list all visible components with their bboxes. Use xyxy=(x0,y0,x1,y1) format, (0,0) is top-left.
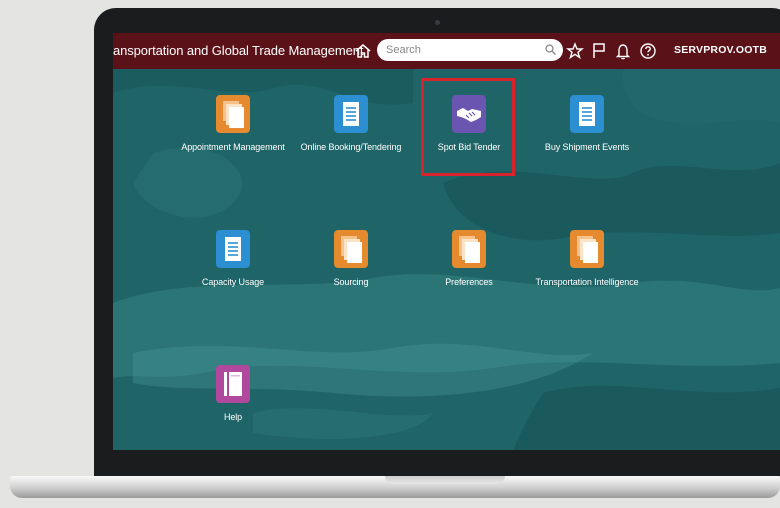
stack-icon xyxy=(216,95,250,133)
tile-label: Transportation Intelligence xyxy=(535,277,639,287)
tile-label: Capacity Usage xyxy=(201,277,265,287)
document-icon xyxy=(334,95,368,133)
tile-appointment-management[interactable]: Appointment Management xyxy=(168,95,298,152)
tile-sourcing[interactable]: Sourcing xyxy=(286,230,416,287)
laptop-notch xyxy=(385,476,505,484)
flag-icon[interactable] xyxy=(589,41,609,61)
tile-label: Online Booking/Tendering xyxy=(300,142,402,152)
book-icon xyxy=(216,365,250,403)
home-icon[interactable] xyxy=(353,41,373,61)
tile-label: Sourcing xyxy=(333,277,369,287)
star-icon[interactable] xyxy=(565,41,585,61)
tile-buy-shipment-events[interactable]: Buy Shipment Events xyxy=(522,95,652,152)
laptop-base xyxy=(10,476,780,498)
search-icon[interactable] xyxy=(544,43,557,56)
document-icon xyxy=(216,230,250,268)
tile-label: Buy Shipment Events xyxy=(544,142,630,152)
tile-help[interactable]: Help xyxy=(168,365,298,422)
document-icon xyxy=(570,95,604,133)
tile-label: Preferences xyxy=(445,277,493,287)
tile-online-booking-tendering[interactable]: Online Booking/Tendering xyxy=(286,95,416,152)
tile-label: Help xyxy=(223,412,243,422)
bell-icon[interactable] xyxy=(613,41,633,61)
app-title: ansportation and Global Trade Management xyxy=(113,43,364,58)
search-box[interactable] xyxy=(377,39,563,61)
stack-icon xyxy=(570,230,604,268)
highlight-frame xyxy=(421,78,515,176)
camera-dot xyxy=(435,20,440,25)
tile-capacity-usage[interactable]: Capacity Usage xyxy=(168,230,298,287)
help-icon[interactable] xyxy=(638,41,658,61)
stack-icon xyxy=(334,230,368,268)
tile-preferences[interactable]: Preferences xyxy=(404,230,534,287)
stack-icon xyxy=(452,230,486,268)
user-menu[interactable]: SERVPROV.OOTB xyxy=(674,44,767,56)
tile-transportation-intelligence[interactable]: Transportation Intelligence xyxy=(522,230,652,287)
search-input[interactable] xyxy=(386,42,536,58)
app-header: ansportation and Global Trade Management xyxy=(113,33,780,69)
tile-label: Appointment Management xyxy=(181,142,285,152)
